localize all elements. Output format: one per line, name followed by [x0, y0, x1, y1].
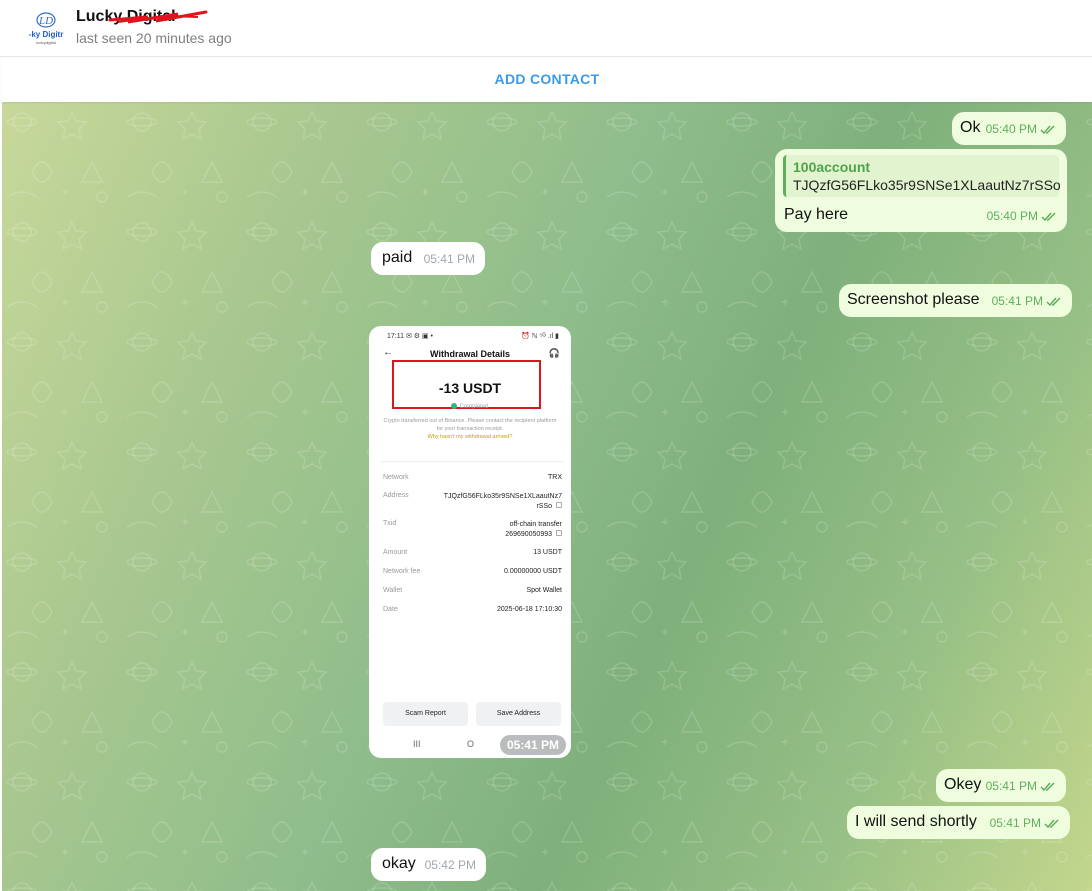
quoted-message[interactable]: 100account TJQzfG56FLko35r9SNSe1XLaautNz… — [783, 155, 1061, 197]
quoted-sender: 100account — [793, 159, 871, 175]
copy-icon — [556, 502, 562, 508]
withdrawal-help-link: Why hasn't my withdrawal arrived? — [427, 434, 513, 440]
message-time: 05:40 PM — [987, 209, 1057, 223]
detail-row: Address TJQzfG56FLko35r9SNSe1XLaautNz7rSS… — [383, 492, 562, 510]
avatar[interactable]: LD -ky Digitr luckydigital — [26, 9, 66, 49]
withdrawal-title: Withdrawal Details — [430, 349, 510, 359]
photo-time: 05:41 PM — [500, 735, 566, 755]
check-circle-icon — [451, 403, 458, 409]
detail-row: Txid off-chain transfer 269690050993 — [383, 520, 562, 538]
message-time: 05:42 PM — [424, 858, 476, 872]
nav-home-icon: O — [467, 739, 475, 749]
chat-header[interactable]: LD -ky Digitr luckydigital Lucky Digital… — [0, 0, 1092, 57]
message-time: 05:41 PM — [990, 816, 1060, 830]
quoted-text: TJQzfG56FLko35r9SNSe1XLaautNz7rSSo — [793, 177, 1061, 193]
message-time: 05:41 PM — [986, 779, 1056, 793]
svg-text:luckydigital: luckydigital — [36, 40, 56, 45]
add-contact-bar: ADD CONTACT — [2, 57, 1092, 102]
withdrawal-note: Crypto transferred out of Binance. Pleas… — [383, 418, 557, 432]
withdrawal-status: Completed — [369, 403, 571, 410]
phone-status-bar: 17:11 ✉ ⚙ ▣ • — [387, 333, 433, 340]
scam-report-button: Scam Report — [383, 702, 468, 726]
message-time: 05:41 PM — [423, 252, 475, 266]
message-time: 05:41 PM — [992, 294, 1062, 308]
withdrawal-amount: -13 USDT — [438, 380, 502, 396]
message-bubble-incoming[interactable]: okay 05:42 PM — [371, 848, 486, 881]
divider — [381, 461, 563, 462]
add-contact-button[interactable]: ADD CONTACT — [2, 71, 1092, 87]
message-bubble-outgoing[interactable]: Screenshot please 05:41 PM — [839, 284, 1072, 317]
message-text: Ok — [960, 119, 981, 136]
phone-status-icons: ⏰ ℕ ⁵ᴳ .ıl ▮ — [521, 333, 559, 340]
message-text: Pay here — [784, 206, 849, 223]
photo-message[interactable]: 17:11 ✉ ⚙ ▣ • ⏰ ℕ ⁵ᴳ .ıl ▮ ← Withdrawal … — [369, 326, 571, 758]
copy-icon — [556, 530, 562, 536]
message-bubble-outgoing-reply[interactable]: 100account TJQzfG56FLko35r9SNSe1XLaautNz… — [775, 149, 1067, 232]
double-check-icon — [1041, 212, 1056, 222]
message-bubble-outgoing[interactable]: Ok 05:40 PM — [952, 112, 1066, 145]
message-text: paid — [382, 249, 413, 266]
message-bubble-outgoing[interactable]: I will send shortly 05:41 PM — [847, 806, 1070, 839]
message-text: Screenshot please — [847, 291, 980, 308]
svg-text:LD: LD — [38, 15, 53, 27]
save-address-button: Save Address — [476, 702, 561, 726]
message-text: I will send shortly — [855, 813, 977, 830]
nav-recents-icon: III — [413, 739, 421, 749]
message-time: 05:40 PM — [986, 122, 1056, 136]
lucky-digital-logo-icon: LD -ky Digitr luckydigital — [29, 12, 64, 45]
redaction-scribble-icon — [108, 10, 208, 24]
svg-text:-ky Digitr: -ky Digitr — [29, 30, 64, 39]
double-check-icon — [1044, 819, 1059, 829]
double-check-icon — [1040, 125, 1055, 135]
last-seen-status: last seen 20 minutes ago — [76, 30, 232, 46]
message-text: okay — [382, 855, 416, 872]
message-bubble-outgoing[interactable]: Okey 05:41 PM — [936, 769, 1066, 802]
headset-icon: 🎧 — [548, 348, 560, 358]
double-check-icon — [1040, 782, 1055, 792]
message-text: Okey — [944, 776, 982, 793]
chat-area[interactable]: Ok 05:40 PM 100account TJQzfG56FLko35r9S… — [2, 102, 1092, 891]
message-bubble-incoming[interactable]: paid 05:41 PM — [371, 242, 485, 275]
double-check-icon — [1046, 297, 1061, 307]
